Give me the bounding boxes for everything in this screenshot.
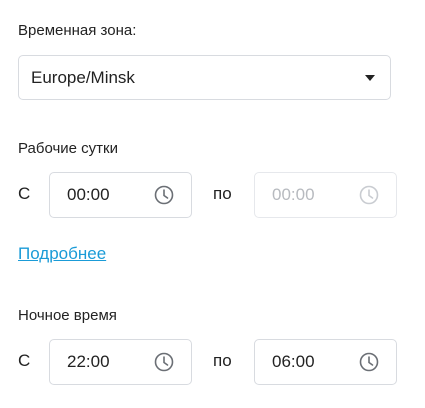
night-time-label: Ночное время (18, 307, 117, 324)
work-day-from-input[interactable]: 00:00 (49, 172, 192, 218)
night-time-to-input[interactable]: 06:00 (254, 339, 397, 385)
night-time-from-value: 22:00 (67, 352, 110, 371)
work-day-to-prefix: по (213, 184, 232, 203)
night-time-from-input[interactable]: 22:00 (49, 339, 192, 385)
work-day-to-value: 00:00 (272, 185, 315, 204)
night-time-from-prefix: С (18, 351, 31, 370)
clock-icon[interactable] (154, 185, 174, 205)
clock-icon (359, 185, 379, 205)
timezone-select[interactable]: Europe/Minsk (18, 55, 391, 100)
timezone-label: Временная зона: (18, 22, 137, 39)
work-day-to-input: 00:00 (254, 172, 397, 218)
night-time-to-prefix: по (213, 351, 232, 370)
work-day-from-prefix: С (18, 184, 31, 203)
night-time-to-value: 06:00 (272, 352, 315, 371)
timezone-value: Europe/Minsk (31, 67, 135, 87)
chevron-down-icon (365, 75, 375, 81)
clock-icon[interactable] (359, 352, 379, 372)
work-day-label: Рабочие сутки (18, 140, 118, 157)
clock-icon[interactable] (154, 352, 174, 372)
work-day-from-value: 00:00 (67, 185, 110, 204)
details-link[interactable]: Подробнее (18, 244, 106, 264)
